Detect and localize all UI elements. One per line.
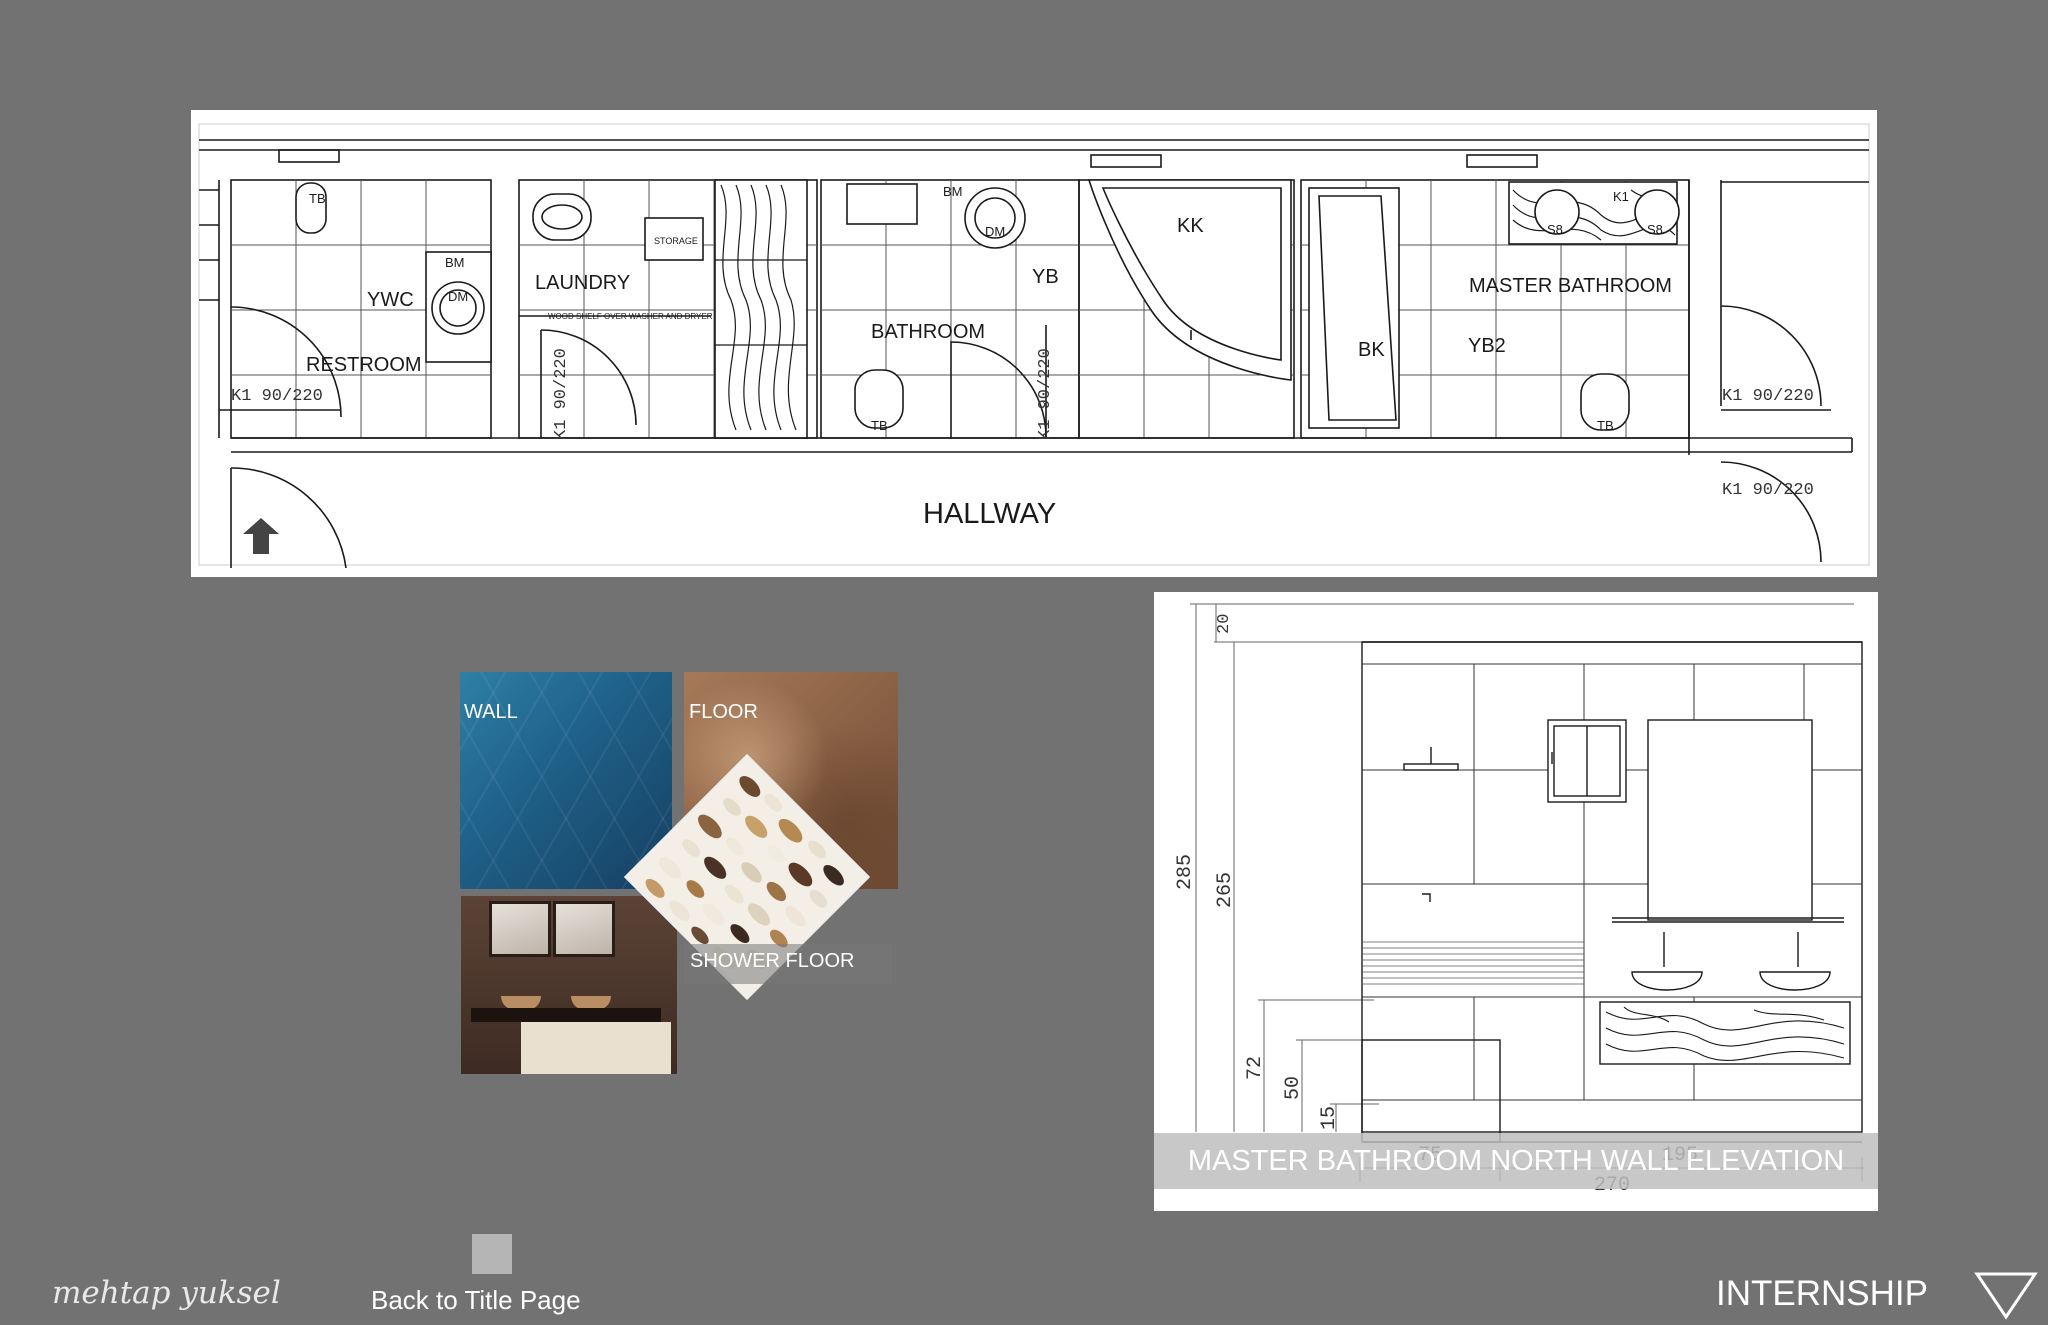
toilet-label: TB (871, 418, 888, 433)
restroom-label: RESTROOM (306, 354, 422, 376)
bathtub-label: BK (1358, 339, 1385, 361)
wall-material-label: WALL (464, 701, 518, 723)
door-size-label: K1 90/220 (1722, 481, 1814, 500)
vanity-photo (461, 896, 677, 1074)
hallway-label: HALLWAY (923, 498, 1057, 530)
vanity-label: BM (445, 255, 465, 270)
sink-label: S8 (1647, 222, 1663, 237)
mirror (489, 901, 551, 957)
dimension-label: 285 (1174, 853, 1197, 890)
back-button-icon[interactable] (472, 1234, 512, 1274)
elevation-caption: MASTER BATHROOM NORTH WALL ELEVATION (1154, 1133, 1878, 1189)
sink-label: S8 (1547, 222, 1563, 237)
door-size-label: K1 90/220 (231, 387, 323, 406)
mirror (553, 901, 615, 957)
sink-label: DM (985, 224, 1006, 239)
dimension-label: 15 (1318, 1105, 1341, 1130)
next-triangle-icon[interactable] (1974, 1271, 2038, 1321)
dimension-label: 72 (1244, 1055, 1267, 1080)
dimension-label: 20 (1215, 613, 1234, 634)
bathroom-label: BATHROOM (871, 321, 986, 343)
yb2-label: YB2 (1468, 335, 1506, 357)
wall-material-swatch: WALL (460, 672, 672, 889)
elevation-panel: 20 285 265 72 50 15 75 195 270 (1154, 592, 1878, 1211)
laundry-label: LAUNDRY (535, 272, 631, 294)
back-to-title-link[interactable]: Back to Title Page (371, 1287, 581, 1313)
vanity-cabinet (521, 1022, 671, 1074)
sink-label: DM (448, 289, 469, 304)
floor-material-label: FLOOR (689, 701, 758, 723)
dimension-label: 50 (1282, 1075, 1305, 1100)
section-title: INTERNSHIP (1716, 1274, 1928, 1313)
floor-plan-panel: TB BM DM YWC RESTROOM K1 90/220 LAUNDRY … (191, 110, 1877, 577)
door-size-label: K1 90/220 (1036, 348, 1055, 440)
vanity-counter (471, 1008, 661, 1022)
toilet-label: TB (309, 191, 326, 206)
yb-label: YB (1032, 266, 1059, 288)
elevation-drawing (1190, 603, 1864, 1182)
shelf-note: WOOD SHELF OVER WASHER AND DRYER (548, 312, 713, 321)
master-bathroom-label: MASTER BATHROOM (1469, 275, 1672, 297)
vanity-label: BM (943, 184, 963, 199)
corner-tub-label: KK (1177, 215, 1204, 237)
storage-label: STORAGE (654, 236, 698, 246)
glass-panel-label: K1 (1613, 189, 1629, 204)
dimension-label: 265 (1214, 871, 1237, 908)
designer-signature: mehtap yuksel (52, 1275, 281, 1311)
shower-floor-label: SHOWER FLOOR (690, 950, 855, 972)
door-size-label: K1 90/220 (552, 348, 571, 440)
toilet-label: TB (1597, 418, 1614, 433)
ywc-label: YWC (367, 289, 414, 311)
door-size-label: K1 90/220 (1722, 387, 1814, 406)
